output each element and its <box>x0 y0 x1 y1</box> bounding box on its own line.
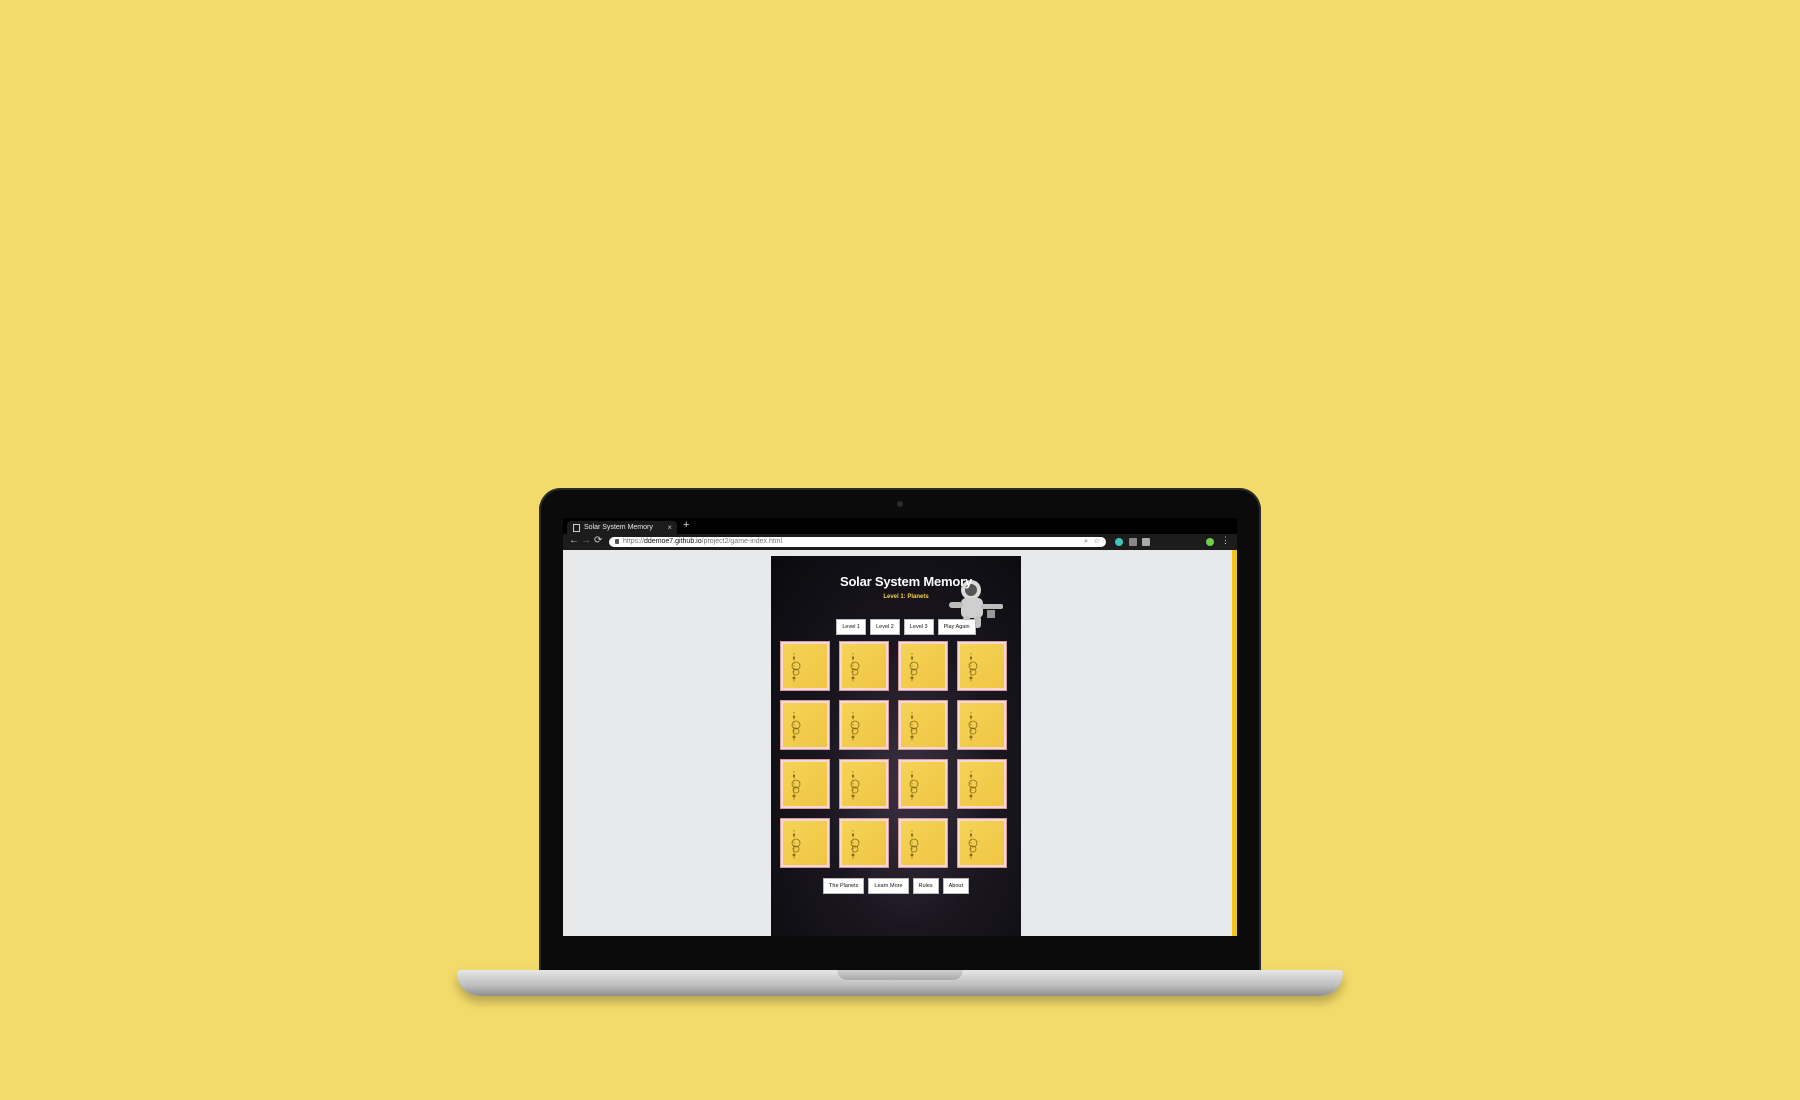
solar-system-icon <box>791 771 801 801</box>
forward-icon[interactable]: → <box>581 535 591 546</box>
solar-system-icon <box>850 771 860 801</box>
tab-title: Solar System Memory <box>584 524 653 531</box>
play-again-button[interactable]: Play Again <box>937 619 976 635</box>
about-button[interactable]: About <box>942 878 969 894</box>
memory-card[interactable] <box>958 701 1006 749</box>
scrollbar[interactable] <box>1232 550 1237 936</box>
solar-system-icon <box>968 830 978 860</box>
memory-card[interactable] <box>781 819 829 867</box>
memory-card[interactable] <box>840 701 888 749</box>
solar-system-icon <box>850 712 860 742</box>
new-tab-button[interactable]: + <box>683 519 689 531</box>
browser-tab[interactable]: Solar System Memory × <box>567 521 677 534</box>
game-container: Solar System Memory Level 1: Planets Lev… <box>771 556 1021 936</box>
laptop-notch <box>837 970 963 980</box>
memory-card[interactable] <box>899 701 947 749</box>
level-1-button[interactable]: Level 1 <box>836 619 867 635</box>
browser-tab-bar: Solar System Memory × + <box>563 518 1237 534</box>
profile-avatar[interactable] <box>1206 538 1214 546</box>
level-subtitle: Level 1: Planets <box>883 594 929 600</box>
footer-button-row: The Planets Learn More Rules About <box>771 878 1021 894</box>
laptop-base <box>457 970 1343 996</box>
camera-icon <box>897 501 903 507</box>
memory-card[interactable] <box>840 819 888 867</box>
close-icon[interactable]: × <box>667 521 672 534</box>
memory-card[interactable] <box>840 642 888 690</box>
solar-system-icon <box>909 830 919 860</box>
extension-icon[interactable] <box>1129 538 1137 546</box>
solar-system-icon <box>909 771 919 801</box>
solar-system-icon <box>968 712 978 742</box>
solar-system-icon <box>791 830 801 860</box>
laptop-screen: Solar System Memory × + ← → ⟳ https://dd… <box>563 518 1237 936</box>
memory-card[interactable] <box>840 760 888 808</box>
solar-system-icon <box>968 771 978 801</box>
bookmark-star-icon[interactable]: ☆ <box>1094 537 1100 547</box>
level-3-button[interactable]: Level 3 <box>903 619 934 635</box>
laptop-lid: Solar System Memory × + ← → ⟳ https://dd… <box>539 488 1261 972</box>
reload-icon[interactable]: ⟳ <box>594 535 602 546</box>
memory-card[interactable] <box>781 701 829 749</box>
memory-card[interactable] <box>958 642 1006 690</box>
document-icon <box>573 524 580 532</box>
memory-card[interactable] <box>899 760 947 808</box>
solar-system-icon <box>791 712 801 742</box>
search-icon[interactable]: ⌕ <box>1084 537 1088 547</box>
solar-system-icon <box>909 653 919 683</box>
solar-system-icon <box>909 712 919 742</box>
address-bar[interactable]: https://ddemoe7.github.io/project2/game-… <box>609 537 1106 547</box>
solar-system-icon <box>850 830 860 860</box>
memory-card[interactable] <box>781 642 829 690</box>
card-grid <box>781 642 1011 872</box>
back-icon[interactable]: ← <box>569 535 579 546</box>
memory-card[interactable] <box>958 819 1006 867</box>
solar-system-icon <box>850 653 860 683</box>
solar-system-icon <box>968 653 978 683</box>
learn-more-button[interactable]: Learn More <box>868 878 909 894</box>
rules-button[interactable]: Rules <box>912 878 939 894</box>
memory-card[interactable] <box>958 760 1006 808</box>
url-text: https://ddemoe7.github.io/project2/game-… <box>623 538 783 545</box>
level-button-row: Level 1 Level 2 Level 3 Play Again <box>771 619 1021 635</box>
solar-system-icon <box>791 653 801 683</box>
lock-icon <box>615 539 619 544</box>
game-title: Solar System Memory <box>839 574 973 589</box>
browser-toolbar: ← → ⟳ https://ddemoe7.github.io/project2… <box>563 534 1237 550</box>
menu-icon[interactable]: ⋮ <box>1221 535 1230 546</box>
the-planets-button[interactable]: The Planets <box>823 878 865 894</box>
extension-icon[interactable] <box>1142 538 1150 546</box>
level-2-button[interactable]: Level 2 <box>870 619 900 635</box>
memory-card[interactable] <box>781 760 829 808</box>
extension-icon[interactable] <box>1115 538 1123 546</box>
page-viewport: Solar System Memory Level 1: Planets Lev… <box>563 550 1237 936</box>
memory-card[interactable] <box>899 819 947 867</box>
memory-card[interactable] <box>899 642 947 690</box>
